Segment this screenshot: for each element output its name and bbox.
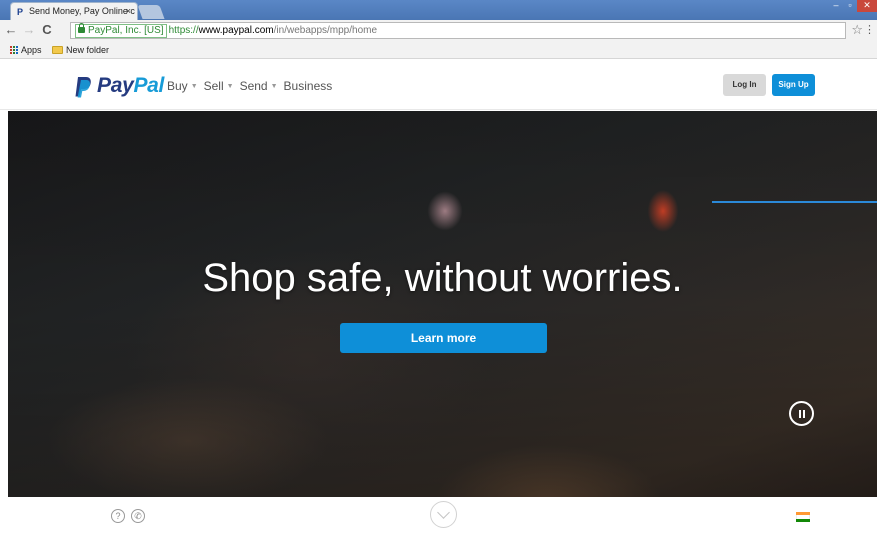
chevron-down-icon: ▼ [270, 82, 278, 90]
paypal-logo-icon[interactable] [74, 76, 92, 98]
footer-bar: ? ✆ [0, 497, 877, 539]
scroll-down-icon[interactable] [430, 501, 457, 528]
bookmark-apps[interactable]: Apps [10, 45, 42, 55]
browser-menu-icon[interactable]: ⋮ [864, 23, 875, 36]
browser-toolbar: ← → C PayPal, Inc. [US] https://www.payp… [0, 20, 877, 41]
hero-accent-line [712, 201, 877, 203]
phone-icon[interactable]: ✆ [131, 509, 145, 523]
address-bar[interactable]: PayPal, Inc. [US] https://www.paypal.com… [70, 22, 846, 39]
bookmark-new-folder[interactable]: New folder [52, 45, 109, 55]
pause-icon[interactable] [789, 401, 814, 426]
bookmark-star-icon[interactable]: ☆ [851, 22, 863, 38]
new-tab-button[interactable] [137, 5, 165, 19]
window-controls: – ▫ ✕ [829, 0, 877, 14]
ev-certificate-badge[interactable]: PayPal, Inc. [US] [75, 23, 167, 38]
nav-sell[interactable]: Sell ▼ [204, 79, 234, 93]
help-icon[interactable]: ? [111, 509, 125, 523]
close-tab-icon[interactable]: × [126, 6, 131, 16]
learn-more-button[interactable]: Learn more [340, 323, 547, 353]
url-host: www.paypal.com [198, 25, 274, 36]
url-path: /in/webapps/mpp/home [273, 25, 378, 36]
chevron-down-icon: ▼ [190, 82, 198, 90]
bookmarks-bar: Apps New folder [0, 41, 877, 59]
india-flag-icon[interactable] [796, 512, 810, 522]
close-window-icon[interactable]: ✕ [857, 0, 877, 12]
maximize-icon[interactable]: ▫ [843, 0, 857, 12]
login-button[interactable]: Log In [723, 74, 766, 96]
minimize-icon[interactable]: – [829, 0, 843, 12]
signup-button[interactable]: Sign Up [772, 74, 815, 96]
url-scheme: https:// [168, 25, 199, 36]
reload-icon[interactable]: C [40, 22, 54, 38]
nav-business[interactable]: Business [284, 79, 333, 93]
apps-icon [10, 46, 18, 54]
nav-send[interactable]: Send ▼ [240, 79, 278, 93]
hero-banner [8, 111, 877, 497]
browser-titlebar: P Send Money, Pay Online c × – ▫ ✕ [0, 0, 877, 20]
folder-icon [52, 46, 63, 54]
browser-tab[interactable]: P Send Money, Pay Online c × [10, 2, 138, 20]
main-nav: Buy ▼ Sell ▼ Send ▼ Business [167, 79, 338, 93]
nav-buy[interactable]: Buy ▼ [167, 79, 198, 93]
chevron-down-icon: ▼ [226, 82, 234, 90]
lock-icon [78, 23, 85, 33]
forward-arrow-icon[interactable]: → [22, 22, 36, 38]
paypal-favicon-icon: P [17, 7, 24, 17]
tab-title: Send Money, Pay Online c [29, 6, 135, 16]
paypal-logo-text[interactable]: PayPal [97, 74, 164, 98]
hero-headline: Shop safe, without worries. [202, 256, 683, 300]
back-arrow-icon[interactable]: ← [4, 22, 18, 38]
